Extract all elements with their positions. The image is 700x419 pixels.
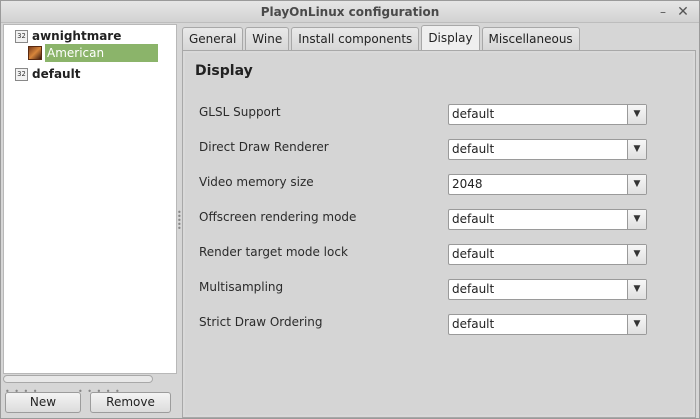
chevron-down-icon[interactable]: ▼ xyxy=(627,210,646,229)
select-value: default xyxy=(452,317,495,331)
glsl-support-select[interactable]: default ▼ xyxy=(448,104,647,125)
tree-item-label: awnightmare xyxy=(32,29,122,43)
multisampling-label: Multisampling xyxy=(199,280,284,294)
select-value: default xyxy=(452,107,495,121)
display-panel: Display GLSL Support default ▼ Direct Dr… xyxy=(182,50,696,418)
wine-32-icon: 32 xyxy=(15,67,28,81)
tab-display[interactable]: Display xyxy=(421,25,480,51)
game-icon xyxy=(28,46,42,60)
select-value: 2048 xyxy=(452,177,483,191)
tab-install-components[interactable]: Install components xyxy=(291,27,420,51)
prefix-tree: 32 awnightmare American Nightmare 32 def… xyxy=(3,24,177,374)
chevron-down-icon[interactable]: ▼ xyxy=(627,315,646,334)
tab-general[interactable]: General xyxy=(182,27,244,51)
offscreen-rendering-mode-label: Offscreen rendering mode xyxy=(199,210,357,224)
tab-bar: General Wine Install components Display … xyxy=(182,25,582,51)
tree-item-label: American Nightmare xyxy=(45,44,158,76)
chevron-down-icon[interactable]: ▼ xyxy=(627,140,646,159)
tree-item-american-nightmare[interactable]: American Nightmare xyxy=(28,44,158,76)
chevron-down-icon[interactable]: ▼ xyxy=(627,175,646,194)
tree-item-label: default xyxy=(32,67,81,81)
strict-draw-ordering-select[interactable]: default ▼ xyxy=(448,314,647,335)
remove-button[interactable]: Remove xyxy=(90,392,171,413)
video-memory-size-label: Video memory size xyxy=(199,175,314,189)
horizontal-scrollbar[interactable] xyxy=(3,375,153,383)
pane-splitter-handle[interactable]: • • • • • xyxy=(177,209,182,233)
glsl-support-label: GLSL Support xyxy=(199,105,281,119)
display-panel-body: Display GLSL Support default ▼ Direct Dr… xyxy=(185,53,693,415)
direct-draw-renderer-select[interactable]: default ▼ xyxy=(448,139,647,160)
new-button[interactable]: New xyxy=(5,392,81,413)
video-memory-size-select[interactable]: 2048 ▼ xyxy=(448,174,647,195)
select-value: default xyxy=(452,212,495,226)
tab-wine[interactable]: Wine xyxy=(245,27,290,51)
wine-32-icon: 32 xyxy=(15,29,28,43)
select-value: default xyxy=(452,282,495,296)
strict-draw-ordering-label: Strict Draw Ordering xyxy=(199,315,323,329)
render-target-mode-lock-label: Render target mode lock xyxy=(199,245,348,259)
direct-draw-renderer-label: Direct Draw Renderer xyxy=(199,140,329,154)
tree-item-awnightmare[interactable]: 32 awnightmare xyxy=(15,27,121,45)
render-target-mode-lock-select[interactable]: default ▼ xyxy=(448,244,647,265)
chevron-down-icon[interactable]: ▼ xyxy=(627,280,646,299)
configuration-window: PlayOnLinux configuration – ✕ 32 awnight… xyxy=(0,0,700,419)
offscreen-rendering-mode-select[interactable]: default ▼ xyxy=(448,209,647,230)
close-icon[interactable]: ✕ xyxy=(675,4,691,20)
window-title: PlayOnLinux configuration xyxy=(260,5,440,19)
tree-item-default[interactable]: 32 default xyxy=(15,65,80,83)
select-value: default xyxy=(452,142,495,156)
tab-miscellaneous[interactable]: Miscellaneous xyxy=(481,27,580,51)
select-value: default xyxy=(452,247,495,261)
section-title: Display xyxy=(195,63,253,79)
minimize-icon[interactable]: – xyxy=(655,4,671,20)
multisampling-select[interactable]: default ▼ xyxy=(448,279,647,300)
chevron-down-icon[interactable]: ▼ xyxy=(627,105,646,124)
chevron-down-icon[interactable]: ▼ xyxy=(627,245,646,264)
title-bar[interactable]: PlayOnLinux configuration – ✕ xyxy=(1,1,699,23)
